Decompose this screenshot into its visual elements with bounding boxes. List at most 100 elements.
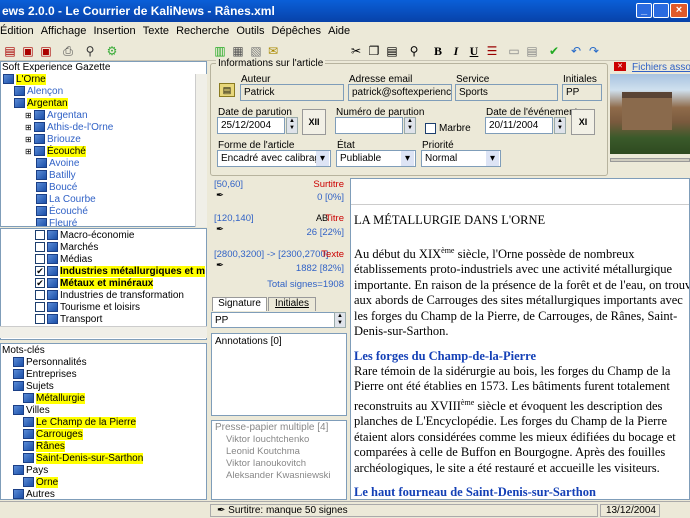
- date-event-spinner[interactable]: ▲ ▼: [554, 117, 566, 134]
- category-item[interactable]: Marchés: [1, 242, 206, 254]
- keyword-item[interactable]: Saint-Denis-sur-Sarthon: [1, 453, 206, 465]
- numero-spinner[interactable]: ▲ ▼: [404, 117, 416, 134]
- menu-aide[interactable]: Aide: [328, 22, 354, 37]
- tree-item[interactable]: Boucé: [1, 182, 206, 194]
- italic-icon[interactable]: I: [448, 43, 464, 59]
- priorite-select[interactable]: Normal: [421, 150, 501, 167]
- category-item[interactable]: ✔ Métaux et minéraux: [1, 278, 206, 290]
- surtitle-line[interactable]: [351, 179, 689, 205]
- keyword-item[interactable]: Pays: [1, 465, 206, 477]
- tree-item[interactable]: Fleuré: [1, 218, 206, 226]
- copy-icon[interactable]: ❐: [366, 43, 382, 59]
- minimize-button[interactable]: _: [636, 3, 652, 18]
- category-item[interactable]: Macro-économie: [1, 230, 206, 242]
- category-checkbox[interactable]: [35, 254, 45, 265]
- tree-item[interactable]: Alençon: [1, 86, 206, 98]
- box-icon[interactable]: ▭: [506, 43, 522, 59]
- keyword-item[interactable]: Orne: [1, 477, 206, 489]
- category-checkbox[interactable]: [35, 242, 45, 253]
- category-checkbox[interactable]: ✔: [35, 266, 45, 277]
- keyword-item[interactable]: Villes: [1, 405, 206, 417]
- tree-item[interactable]: Écouché: [1, 206, 206, 218]
- category-checkbox[interactable]: ✔: [35, 278, 45, 289]
- calendar-xii-button[interactable]: XII: [302, 109, 326, 135]
- keyword-item[interactable]: Carrouges: [1, 429, 206, 441]
- tool-icon[interactable]: ▦: [230, 43, 246, 59]
- castle-photo[interactable]: [610, 74, 690, 154]
- expand-icon[interactable]: ⊞: [25, 147, 34, 156]
- auteur-field[interactable]: Patrick: [240, 84, 344, 101]
- tree-item[interactable]: La Courbe: [1, 194, 206, 206]
- date-parution-spinner[interactable]: ▲ ▼: [286, 117, 298, 134]
- clipboard-item[interactable]: Leonid Koutchma: [226, 446, 346, 458]
- tree-item[interactable]: Argentan: [1, 98, 206, 110]
- remove-file-icon[interactable]: ✕: [614, 62, 626, 71]
- numero-field[interactable]: [335, 117, 403, 134]
- category-item[interactable]: Tourisme et loisirs: [1, 302, 206, 314]
- cut-icon[interactable]: ✂: [348, 43, 364, 59]
- expand-icon[interactable]: ⊞: [25, 111, 34, 120]
- menu-edition[interactable]: Édition: [0, 22, 38, 37]
- menu-recherche[interactable]: Recherche: [176, 22, 233, 37]
- expand-icon[interactable]: ⊞: [25, 135, 34, 144]
- email-field[interactable]: patrick@softexperience.co: [348, 84, 452, 101]
- keyword-item[interactable]: Métallurgie: [1, 393, 206, 405]
- photo-slider[interactable]: [610, 158, 690, 162]
- mail-icon[interactable]: ✉: [265, 43, 281, 59]
- category-checkbox[interactable]: [35, 302, 45, 313]
- redo-icon[interactable]: ↷: [586, 43, 602, 59]
- etat-select[interactable]: Publiable: [336, 150, 416, 167]
- binoculars-icon[interactable]: ⚲: [82, 43, 98, 59]
- clipboard-item[interactable]: Viktor Iouchtchenko: [226, 434, 346, 446]
- tree-scrollbar[interactable]: [195, 74, 207, 227]
- doc-icon[interactable]: ▥: [212, 43, 228, 59]
- bold-icon[interactable]: B: [430, 43, 446, 59]
- signature-field[interactable]: PP: [211, 312, 335, 328]
- category-checkbox[interactable]: [35, 314, 45, 325]
- print-icon[interactable]: ⎙: [60, 43, 76, 59]
- tree-item[interactable]: ⊞ Briouze: [1, 134, 206, 146]
- files-link[interactable]: Fichiers assoc: [632, 62, 690, 73]
- category-item[interactable]: Industries de transformation: [1, 290, 206, 302]
- pen-icon[interactable]: ✒: [216, 260, 224, 271]
- check-icon[interactable]: ✔: [546, 43, 562, 59]
- category-checkbox[interactable]: [35, 290, 45, 301]
- undo-icon[interactable]: ↶: [568, 43, 584, 59]
- keyword-item[interactable]: Sujets: [1, 381, 206, 393]
- expand-icon[interactable]: ⊞: [25, 123, 34, 132]
- close-button[interactable]: ×: [670, 3, 688, 18]
- annotations-panel[interactable]: Annotations [0]: [211, 333, 347, 416]
- menu-depeches[interactable]: Dépêches: [272, 22, 326, 37]
- tree-item[interactable]: ⊞ Athis-de-l'Orne: [1, 122, 206, 134]
- text-color-icon[interactable]: ☰: [484, 43, 500, 59]
- menu-outils[interactable]: Outils: [236, 22, 268, 37]
- tab-signature[interactable]: Signature: [212, 297, 267, 311]
- calendar-xi-button[interactable]: XI: [571, 109, 595, 135]
- tree-item[interactable]: Batilly: [1, 170, 206, 182]
- table-icon[interactable]: ▤: [524, 43, 540, 59]
- paste-icon[interactable]: ▤: [384, 43, 400, 59]
- initiales-field[interactable]: PP: [562, 84, 602, 101]
- date-event-field[interactable]: 20/11/2004: [485, 117, 553, 134]
- category-item[interactable]: Médias: [1, 254, 206, 266]
- gear-icon[interactable]: ⚙: [104, 43, 120, 59]
- category-checkbox[interactable]: [35, 230, 45, 241]
- service-field[interactable]: Sports: [455, 84, 558, 101]
- pen-icon[interactable]: ✒: [216, 224, 224, 235]
- menu-insertion[interactable]: Insertion: [93, 22, 139, 37]
- category-item[interactable]: ✔ Industries métallurgiques et m: [1, 266, 206, 278]
- image-icon[interactable]: ▧: [248, 43, 264, 59]
- keyword-item[interactable]: Rânes: [1, 441, 206, 453]
- save-as-icon[interactable]: ▣: [38, 43, 54, 59]
- tab-initiales[interactable]: Initiales: [268, 297, 316, 311]
- date-parution-field[interactable]: 25/12/2004: [217, 117, 285, 134]
- author-card-icon[interactable]: ▤: [219, 83, 235, 97]
- pen-icon[interactable]: ✒: [216, 190, 224, 201]
- keyword-item[interactable]: Autres: [1, 489, 206, 499]
- keyword-item[interactable]: Entreprises: [1, 369, 206, 381]
- maximize-button[interactable]: [653, 3, 669, 18]
- category-item[interactable]: Transport: [1, 314, 206, 326]
- keyword-item[interactable]: Le Champ de la Pierre: [1, 417, 206, 429]
- underline-icon[interactable]: U: [466, 43, 482, 59]
- menu-texte[interactable]: Texte: [143, 22, 173, 37]
